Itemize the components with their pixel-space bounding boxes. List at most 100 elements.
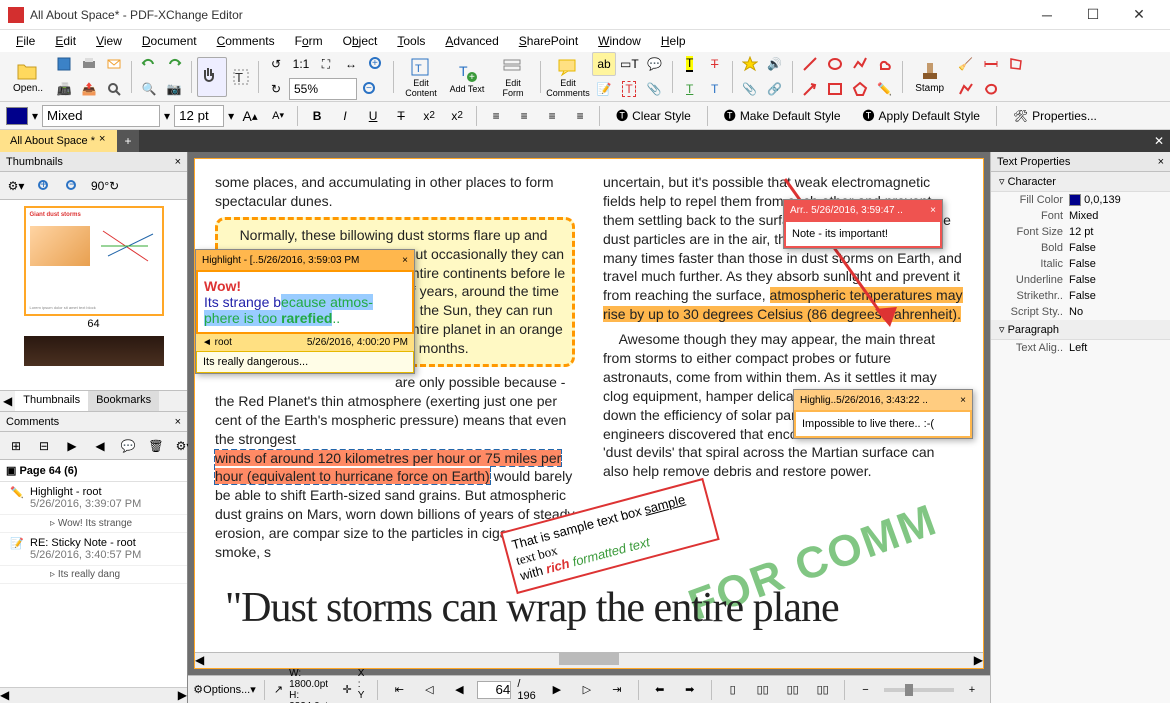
size-select[interactable] (174, 105, 224, 127)
comment-item[interactable]: ✏️ Highlight - root 5/26/2016, 3:39:07 P… (0, 482, 187, 515)
menu-view[interactable]: View (86, 32, 132, 50)
zoom-out[interactable]: − (358, 77, 382, 101)
attach-tool[interactable]: 📎 (642, 77, 666, 101)
nav-last[interactable]: ⇥ (605, 678, 629, 702)
subtab-thumbnails[interactable]: Thumbnails (15, 391, 88, 411)
menu-tools[interactable]: Tools (387, 32, 435, 50)
cm-collapse[interactable]: ⊟ (32, 434, 56, 458)
zoom-input[interactable] (289, 78, 357, 100)
popup-body[interactable]: Note - its important! (784, 220, 942, 248)
font-select[interactable] (42, 105, 160, 127)
popup-close-icon[interactable]: × (930, 205, 936, 216)
layout-cont[interactable]: ▯▯ (751, 678, 775, 702)
comment-preview[interactable]: ▹ Its really dang (0, 566, 187, 584)
nav-first[interactable]: ⇤ (387, 678, 411, 702)
fit-width[interactable]: ↔ (339, 52, 363, 76)
pencil-tool[interactable]: ✏️ (873, 77, 897, 101)
comment-preview[interactable]: ▹ Wow! Its strange (0, 515, 187, 533)
prop-value[interactable]: False (1069, 242, 1162, 254)
line-tool[interactable] (798, 52, 822, 76)
comments-list[interactable]: ▣ Page 64 (6) ✏️ Highlight - root 5/26/2… (0, 460, 187, 687)
fill-color-swatch[interactable] (6, 107, 28, 125)
layout-facing-cont[interactable]: ▯▯ (811, 678, 835, 702)
find-button[interactable]: 🔍 (137, 77, 161, 101)
star-tool[interactable] (738, 52, 762, 76)
save-button[interactable] (52, 52, 76, 76)
menu-object[interactable]: Object (333, 32, 388, 50)
rotate-ccw[interactable]: ↺ (264, 52, 288, 76)
actual-size[interactable]: 1:1 (289, 52, 313, 76)
cloud-tool[interactable] (873, 52, 897, 76)
sb-zoom-out[interactable]: − (854, 678, 878, 702)
nav-prev[interactable]: ◁ (417, 678, 441, 702)
thumbnail-next[interactable] (24, 336, 164, 366)
nav-back[interactable]: ◀ (447, 678, 471, 702)
menu-edit[interactable]: Edit (45, 32, 86, 50)
menu-comments[interactable]: Comments (207, 32, 285, 50)
highlight-tool[interactable]: ab (592, 52, 616, 76)
bold-btn[interactable]: B (305, 104, 329, 128)
close-comments-icon[interactable]: × (175, 416, 181, 428)
comment-page-group[interactable]: ▣ Page 64 (6) (0, 460, 187, 482)
clip-tool[interactable]: 📎 (738, 77, 762, 101)
cm-expand[interactable]: ⊞ (4, 434, 28, 458)
strike-tool[interactable]: T (703, 52, 727, 76)
email-button[interactable] (102, 52, 126, 76)
popup-close-icon[interactable]: × (402, 255, 408, 266)
menu-file[interactable]: File (6, 32, 45, 50)
fit-page[interactable]: ⛶ (314, 52, 338, 76)
undo-button[interactable] (137, 52, 161, 76)
callout-tool[interactable]: 💬 (643, 52, 667, 76)
thumb-rotate[interactable]: 90°↻ (88, 174, 122, 198)
typewriter-tool[interactable]: T (617, 77, 641, 101)
grow-font[interactable]: A▴ (238, 104, 262, 128)
properties-btn[interactable]: 🛠 Properties... (1004, 104, 1106, 128)
subscript-btn[interactable]: x2 (417, 104, 441, 128)
popup-body[interactable]: Impossible to live there.. :-( (794, 410, 972, 438)
add-tab-button[interactable]: + (117, 130, 139, 152)
stamp-button[interactable]: Stamp (908, 55, 952, 99)
sb-zoom-in[interactable]: + (960, 678, 984, 702)
hist-back[interactable]: ⬅ (648, 678, 672, 702)
redact-tool[interactable] (979, 77, 1003, 101)
cm-reply[interactable]: 💬 (116, 434, 140, 458)
align-center[interactable]: ≡ (512, 104, 536, 128)
menu-window[interactable]: Window (588, 32, 651, 50)
menu-advanced[interactable]: Advanced (435, 32, 508, 50)
maximize-button[interactable]: ☐ (1070, 0, 1116, 30)
page-input[interactable] (477, 681, 511, 699)
h-scrollbar[interactable]: ◀▶ (195, 652, 983, 668)
left-scrollbar[interactable]: ◀▶ (0, 687, 187, 703)
print-button[interactable] (77, 52, 101, 76)
close-all-tabs[interactable]: ✕ (1148, 130, 1170, 152)
search-button[interactable] (102, 77, 126, 101)
highlight-popup-2[interactable]: Highlig..5/26/2016, 3:43:22 ..× Impossib… (793, 389, 973, 439)
polyline-tool[interactable] (848, 52, 872, 76)
nav-fwd[interactable]: ▶ (545, 678, 569, 702)
prop-value[interactable]: 0,0,139 (1069, 194, 1162, 206)
highlight-popup[interactable]: Highlight - [..5/26/2016, 3:59:03 PM× Wo… (195, 249, 415, 374)
prop-value[interactable]: Mixed (1069, 210, 1162, 222)
prop-value[interactable]: False (1069, 290, 1162, 302)
tab-close-icon[interactable]: × (99, 133, 113, 147)
subtab-bookmarks[interactable]: Bookmarks (88, 391, 159, 411)
textbox-tool[interactable]: ▭T (617, 52, 642, 76)
nav-next[interactable]: ▷ (575, 678, 599, 702)
close-props-icon[interactable]: × (1158, 156, 1164, 168)
superscript-btn[interactable]: x2 (445, 104, 469, 128)
section-paragraph[interactable]: ▿ Paragraph (991, 320, 1170, 340)
menu-sharepoint[interactable]: SharePoint (509, 32, 588, 50)
scan-button[interactable]: 📠 (52, 77, 76, 101)
popup-close-icon[interactable]: × (960, 395, 966, 406)
apply-default-btn[interactable]: 🅣 Apply Default Style (854, 104, 989, 128)
rect-tool[interactable] (823, 77, 847, 101)
zoom-slider[interactable] (884, 688, 954, 692)
thumb-zoom-in[interactable]: + (32, 174, 56, 198)
prop-value[interactable]: False (1069, 258, 1162, 270)
edit-form-button[interactable]: Edit Form (491, 55, 535, 99)
menu-help[interactable]: Help (651, 32, 696, 50)
menu-document[interactable]: Document (132, 32, 207, 50)
italic-btn[interactable]: I (333, 104, 357, 128)
make-default-btn[interactable]: 🅣 Make Default Style (715, 104, 850, 128)
open-button[interactable]: Open.. (6, 55, 50, 99)
